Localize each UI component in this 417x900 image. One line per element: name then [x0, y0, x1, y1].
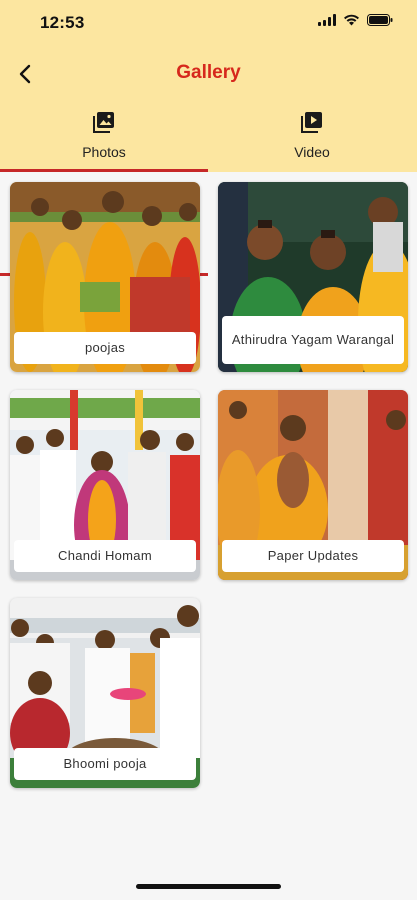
status-bar: 12:53 — [0, 0, 417, 46]
gallery-caption: Athirudra Yagam Warangal — [222, 316, 404, 364]
tab-video-label: Video — [294, 144, 330, 160]
tab-photos-label: Photos — [82, 144, 126, 160]
nav-bar: Gallery — [0, 52, 417, 96]
gallery-card[interactable]: Paper Updates — [218, 390, 408, 580]
wifi-icon — [344, 14, 359, 26]
tab-bar: Photos Video — [0, 104, 417, 276]
tab-photos[interactable]: Photos — [0, 104, 208, 172]
home-indicator[interactable] — [136, 884, 281, 889]
gallery-card[interactable]: poojas — [10, 182, 200, 372]
status-icons — [318, 14, 393, 26]
page-title: Gallery — [176, 62, 241, 83]
gallery-caption: poojas — [14, 332, 196, 364]
gallery-caption: Chandi Homam — [14, 540, 196, 572]
signal-icon — [318, 14, 336, 26]
photos-icon — [93, 112, 114, 133]
gallery-caption: Bhoomi pooja — [14, 748, 196, 780]
status-time: 12:53 — [40, 13, 85, 32]
gallery-caption: Paper Updates — [222, 540, 404, 572]
video-icon — [301, 112, 322, 133]
gallery-card[interactable]: Bhoomi pooja — [10, 598, 200, 788]
gallery-card[interactable]: Chandi Homam — [10, 390, 200, 580]
active-tab-underline — [0, 169, 208, 172]
gallery-card[interactable]: Athirudra Yagam Warangal — [218, 182, 408, 372]
app-header: 12:53 Gallery Photos Video — [0, 0, 417, 276]
tab-video[interactable]: Video — [208, 104, 416, 172]
battery-icon — [367, 14, 393, 26]
